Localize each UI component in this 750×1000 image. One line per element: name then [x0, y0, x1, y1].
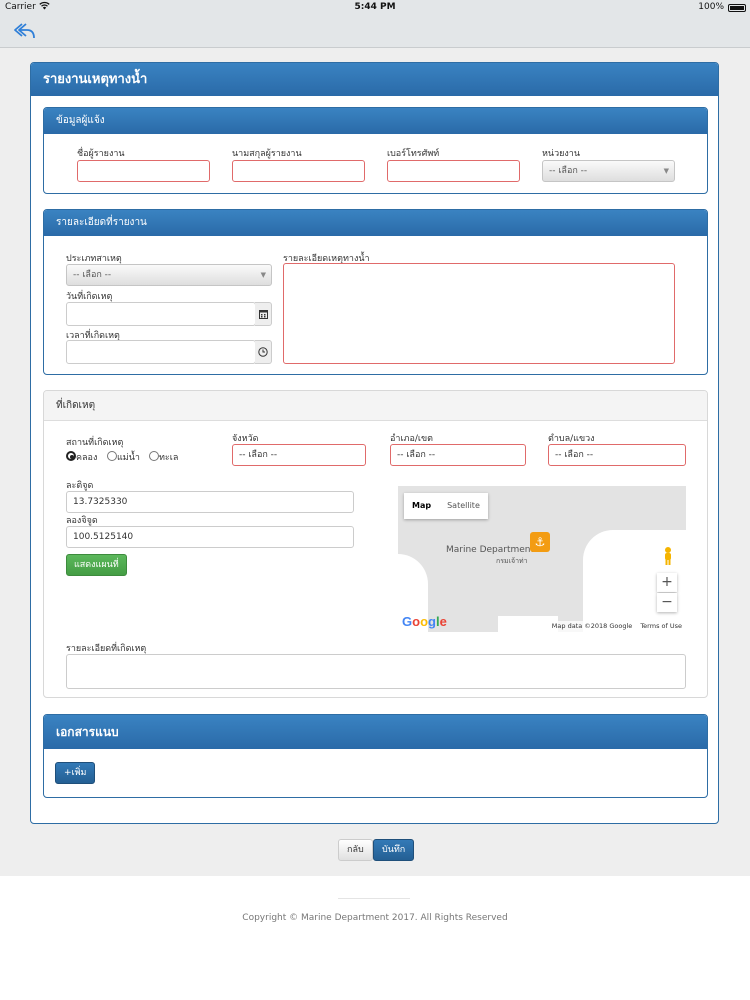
details-panel: รายละเอียดที่รายงาน ประเภทสาเหตุ -- เลือ…	[43, 209, 708, 375]
place-label: สถานที่เกิดเหตุ	[66, 438, 124, 448]
zoom-in-button[interactable]: +	[657, 573, 677, 592]
battery-icon	[728, 4, 746, 12]
phone-input[interactable]	[387, 160, 520, 182]
map-attribution: Map data ©2018 Google Terms of Use	[539, 621, 686, 632]
map-type-map[interactable]: Map	[404, 493, 439, 519]
back-button[interactable]: กลับ	[338, 839, 373, 861]
latitude-label: ละติจูด	[66, 481, 94, 491]
radio-selected-icon	[66, 451, 76, 461]
calendar-icon[interactable]	[255, 302, 272, 326]
last-name-input[interactable]	[232, 160, 365, 182]
map-type-satellite[interactable]: Satellite	[439, 493, 488, 519]
show-map-button[interactable]: แสดงแผนที่	[66, 554, 127, 576]
navigation-bar	[0, 16, 750, 48]
radio-unselected-icon	[107, 451, 117, 461]
cause-type-label: ประเภทสาเหตุ	[66, 254, 122, 264]
radio-unselected-icon	[149, 451, 159, 461]
map-place-name-thai: กรมเจ้าท่า	[496, 557, 528, 565]
back-arrow-icon[interactable]	[12, 21, 38, 43]
page-title: รายงานเหตุทางน้ำ	[31, 63, 718, 96]
add-attachment-button[interactable]: +เพิ่ม	[55, 762, 96, 784]
longitude-label: ลองจิจูด	[66, 516, 98, 526]
district-select[interactable]: -- เลือก --	[390, 444, 526, 466]
report-form-panel: รายงานเหตุทางน้ำ ข้อมูลผู้แจ้ง ชื่อผู้รา…	[30, 62, 719, 824]
phone-label: เบอร์โทรศัพท์	[387, 149, 440, 159]
radio-canal-label: คลอง	[76, 453, 98, 463]
province-label: จังหวัด	[232, 434, 259, 444]
radio-river-label: แม่น้ำ	[117, 453, 140, 463]
copyright-text: Copyright © Marine Department 2017. All …	[242, 913, 508, 923]
reporter-heading: ข้อมูลผู้แจ้ง	[44, 108, 707, 134]
anchor-marker-icon[interactable]: ⚓	[530, 532, 550, 552]
province-select[interactable]: -- เลือก --	[232, 444, 366, 466]
location-map[interactable]: Map Satellite Marine Department กรมเจ้าท่…	[398, 486, 686, 632]
details-heading: รายละเอียดที่รายงาน	[44, 210, 707, 236]
map-place-name: Marine Department	[446, 545, 535, 555]
last-name-label: นามสกุลผู้รายงาน	[232, 149, 302, 159]
radio-sea-label: ทะเล	[159, 453, 179, 463]
location-panel: ที่เกิดเหตุ สถานที่เกิดเหตุ คลอง แม่น้ำ …	[43, 390, 708, 698]
location-heading: ที่เกิดเหตุ	[44, 391, 707, 421]
cause-type-selected-value: -- เลือก --	[73, 270, 112, 280]
pegman-icon[interactable]	[662, 546, 674, 566]
chevron-down-icon: ▼	[663, 167, 669, 175]
incident-date-input[interactable]	[66, 302, 256, 326]
google-logo: Google	[402, 614, 447, 629]
first-name-input[interactable]	[77, 160, 210, 182]
chevron-down-icon: ▼	[260, 271, 266, 279]
incident-detail-label: รายละเอียดที่เกิดเหตุ	[66, 644, 147, 654]
map-data-credit: Map data ©2018 Google	[551, 622, 633, 630]
unit-selected-value: -- เลือก --	[549, 166, 588, 176]
unit-label: หน่วยงาน	[542, 149, 581, 159]
map-type-control[interactable]: Map Satellite	[404, 493, 488, 519]
radio-sea[interactable]: ทะเล	[149, 450, 178, 464]
clock: 5:44 PM	[354, 2, 396, 12]
cause-type-select[interactable]: -- เลือก -- ▼	[66, 264, 272, 286]
attachments-panel: เอกสารแนบ +เพิ่ม	[43, 714, 708, 798]
battery-percent: 100%	[698, 2, 724, 12]
clock-icon[interactable]	[255, 340, 272, 364]
radio-canal[interactable]: คลอง	[66, 450, 97, 464]
save-button[interactable]: บันทึก	[373, 839, 415, 861]
zoom-out-button[interactable]: −	[657, 593, 677, 612]
radio-river[interactable]: แม่น้ำ	[107, 450, 140, 464]
water-incident-detail-textarea[interactable]	[283, 263, 675, 364]
reporter-panel: ข้อมูลผู้แจ้ง ชื่อผู้รายงาน นามสกุลผู้รา…	[43, 107, 708, 194]
subdistrict-select[interactable]: -- เลือก --	[548, 444, 686, 466]
incident-date-label: วันที่เกิดเหตุ	[66, 292, 113, 302]
incident-time-input[interactable]	[66, 340, 256, 364]
subdistrict-label: ตำบล/แขวง	[548, 434, 595, 444]
unit-select[interactable]: -- เลือก -- ▼	[542, 160, 675, 182]
map-terms-link[interactable]: Terms of Use	[640, 622, 682, 630]
latitude-input[interactable]: 13.7325330	[66, 491, 354, 513]
first-name-label: ชื่อผู้รายงาน	[77, 149, 125, 159]
longitude-input[interactable]: 100.5125140	[66, 526, 354, 548]
district-label: อำเภอ/เขต	[390, 434, 433, 444]
status-bar: Carrier 5:44 PM 100%	[0, 0, 750, 16]
footer-divider	[338, 898, 410, 899]
attachments-heading: เอกสารแนบ	[44, 715, 707, 749]
incident-detail-textarea[interactable]	[66, 654, 686, 689]
